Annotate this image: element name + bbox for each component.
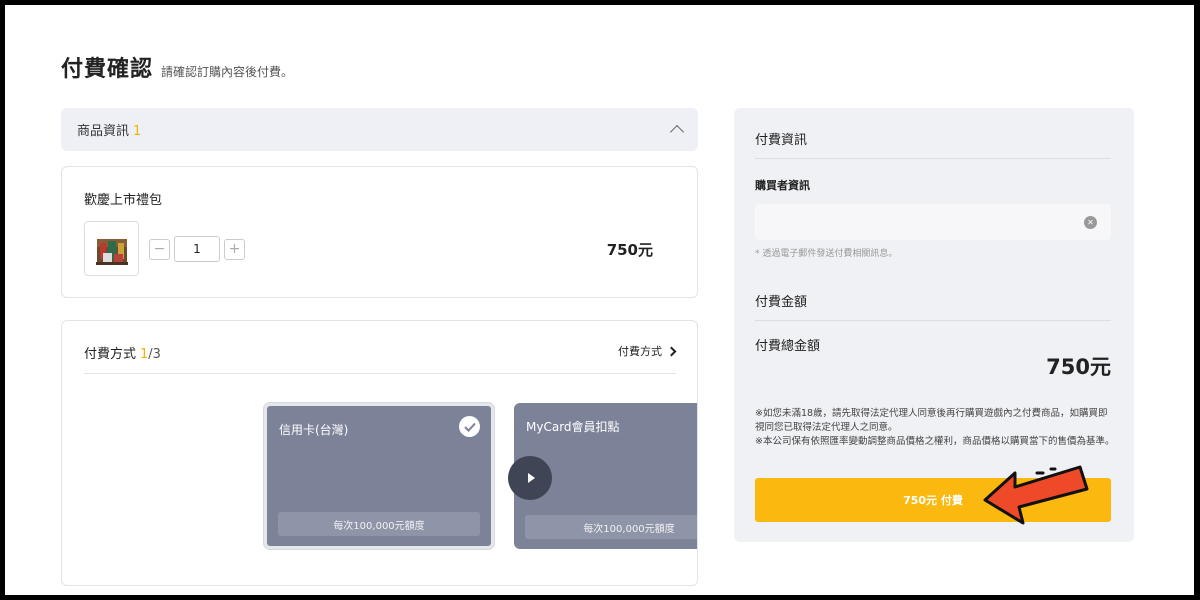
total-amount: 750元 (1046, 355, 1111, 379)
page-header: 付費確認 請確認訂購內容後付費。 (61, 51, 293, 83)
product-price: 750元 (606, 241, 653, 259)
payment-option-name: 信用卡(台灣) (279, 423, 349, 437)
payment-option-credit-card[interactable]: 信用卡(台灣) 每次100,000元額度 (264, 403, 494, 549)
purchase-notice: ※如您未滿18歲，請先取得法定代理人同意後再行購買遊戲內之付費商品，如購買即視同… (755, 407, 1115, 449)
carousel-next-button[interactable] (508, 456, 552, 500)
payment-option-name: MyCard會員扣點 (526, 420, 620, 434)
payment-method-link[interactable]: 付費方式 (618, 343, 677, 359)
gift-box-icon (95, 238, 128, 265)
payment-method-card: 付費方式 1/3 付費方式 信用卡(台灣) 每次100,000元額度 MyCard… (61, 320, 698, 586)
product-name: 歡慶上市禮包 (84, 193, 163, 208)
product-thumbnail (84, 221, 139, 276)
payment-amount-title: 付費金額 (755, 295, 808, 310)
email-field[interactable] (755, 204, 1111, 240)
page-frame: 付費確認 請確認訂購內容後付費。 商品資訊 1 歡慶上市禮包 − 1 + 750… (5, 5, 1194, 595)
pointer-arrow-icon (983, 465, 1089, 525)
product-section-title: 商品資訊 1 (77, 120, 141, 139)
page-title: 付費確認 (61, 57, 154, 82)
quantity-field[interactable]: 1 (174, 236, 220, 262)
email-hint: * 透過電子郵件發送付費相關訊息。 (755, 249, 898, 259)
product-accordion-header[interactable]: 商品資訊 1 (61, 108, 698, 151)
product-count: 1 (133, 124, 142, 139)
notice-line-1: ※如您未滿18歲，請先取得法定代理人同意後再行購買遊戲內之付費商品，如購買即視同… (755, 408, 1108, 433)
payment-info-title: 付費資訊 (755, 133, 808, 148)
divider (84, 373, 676, 374)
clear-icon[interactable]: ✕ (1084, 216, 1097, 229)
chevron-up-icon[interactable] (669, 124, 685, 140)
payment-option-limit: 每次100,000元額度 (278, 512, 480, 536)
increase-button[interactable]: + (224, 238, 245, 260)
total-amount-label: 付費總金額 (755, 339, 821, 354)
quantity-stepper: − 1 + (149, 236, 245, 262)
page-subtitle: 請確認訂購內容後付費。 (161, 65, 294, 79)
payment-method-count: 1/3 (140, 347, 161, 362)
buyer-info-label: 購買者資訊 (755, 179, 810, 192)
chevron-right-icon (666, 346, 677, 356)
payment-method-link-label: 付費方式 (618, 345, 662, 358)
divider (755, 320, 1111, 321)
payment-method-header: 付費方式 1/3 (84, 343, 161, 362)
payment-method-label: 付費方式 (84, 347, 137, 362)
check-icon (459, 416, 480, 437)
notice-line-2: ※本公司保有依照匯率變動調整商品價格之權利，商品價格以購買當下的售價為基準。 (755, 436, 1115, 447)
payment-option-limit: 每次100,000元額度 (525, 515, 697, 539)
payment-total-methods: /3 (148, 347, 161, 362)
decrease-button[interactable]: − (149, 238, 170, 260)
play-arrow-icon (527, 473, 535, 483)
product-section-label: 商品資訊 (77, 124, 130, 139)
product-card: 歡慶上市禮包 − 1 + 750元 (61, 166, 698, 298)
divider (755, 158, 1111, 159)
